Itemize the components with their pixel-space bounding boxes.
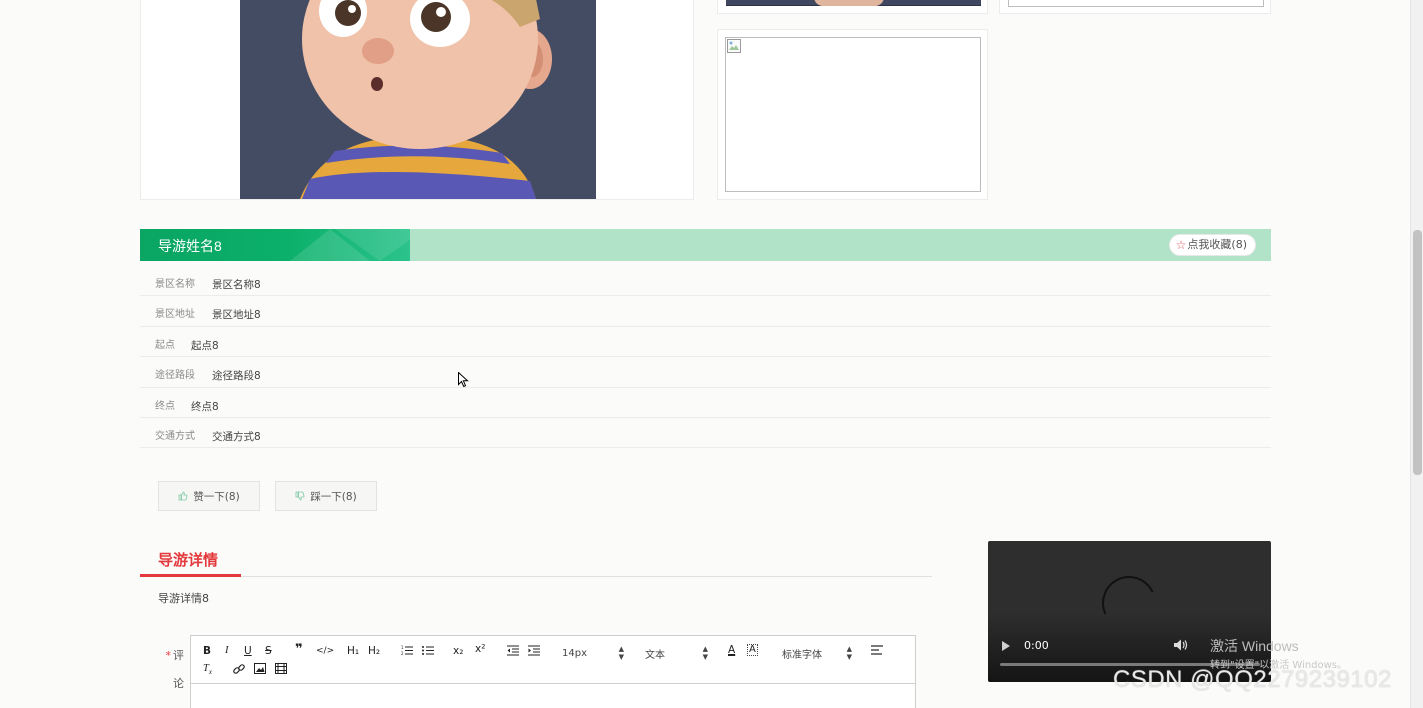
- required-mark: *: [165, 649, 172, 662]
- info-value: 交通方式8: [212, 430, 261, 443]
- comment-editor: B I U S ❞ </> H₁ H₂ 12 x₂ x² 14px ▲ ▼ 文本 …: [190, 635, 916, 708]
- info-row-end: 终点 终点8: [140, 388, 1271, 418]
- blockquote-icon[interactable]: ❞: [295, 643, 303, 656]
- detail-tab-bar: 导游详情: [140, 546, 932, 577]
- favorite-label: 点我收藏(8): [1187, 238, 1247, 251]
- like-label: 赞一下(8): [193, 490, 240, 503]
- image-icon[interactable]: [254, 663, 266, 674]
- thumbnail-frame-1: [717, 0, 988, 14]
- info-row-route: 途径路段 途径路段8: [140, 357, 1271, 388]
- info-row-scenic-name: 景区名称 景区名称8: [140, 266, 1271, 297]
- thumbnail-frame-2: [999, 0, 1271, 14]
- info-label: 景区地址: [155, 309, 195, 321]
- font-family-select[interactable]: 标准字体 ▲ ▼: [782, 645, 852, 661]
- link-icon[interactable]: [233, 663, 245, 675]
- clear-format-icon[interactable]: Tx: [203, 663, 212, 678]
- comment-label-line1: 评: [173, 649, 184, 662]
- info-label: 终点: [155, 400, 175, 412]
- thumbnail-image-1[interactable]: [726, 0, 981, 6]
- font-color-icon[interactable]: A: [728, 644, 735, 656]
- editor-text-area[interactable]: [191, 684, 915, 708]
- mouse-cursor-icon: [458, 372, 469, 388]
- info-label: 景区名称: [155, 279, 195, 290]
- code-block-icon[interactable]: </>: [316, 645, 334, 657]
- info-row-transport: 交通方式 交通方式8: [140, 418, 1271, 449]
- svg-text:2: 2: [401, 651, 404, 656]
- indent-icon[interactable]: [528, 645, 540, 656]
- subscript-icon[interactable]: x₂: [453, 645, 463, 657]
- info-row-start: 起点 起点8: [140, 327, 1271, 358]
- header-1-icon[interactable]: H₁: [347, 645, 359, 657]
- video-icon[interactable]: [275, 663, 287, 674]
- text-type-select[interactable]: 文本 ▲ ▼: [645, 645, 708, 661]
- like-button[interactable]: 赞一下(8): [158, 481, 260, 511]
- select-arrows-icon: ▲ ▼: [618, 645, 624, 661]
- bold-icon[interactable]: B: [203, 645, 211, 657]
- main-image-frame: [140, 0, 694, 200]
- align-icon[interactable]: [871, 645, 883, 656]
- text-type-value: 文本: [645, 649, 665, 661]
- info-value: 途径路段8: [212, 370, 261, 383]
- dislike-button[interactable]: 踩一下(8): [275, 481, 377, 511]
- background-color-icon[interactable]: A: [747, 644, 758, 656]
- editor-toolbar: B I U S ❞ </> H₁ H₂ 12 x₂ x² 14px ▲ ▼ 文本 …: [191, 636, 915, 684]
- superscript-icon[interactable]: x²: [475, 643, 485, 655]
- tab-guide-detail[interactable]: 导游详情: [140, 546, 241, 577]
- info-row-scenic-address: 景区地址 景区地址8: [140, 296, 1271, 327]
- font-family-value: 标准字体: [782, 649, 822, 661]
- select-arrows-icon: ▲ ▼: [846, 645, 852, 661]
- info-label: 途径路段: [155, 370, 195, 382]
- csdn-watermark: CSDN @QQ2279239102: [1113, 666, 1392, 693]
- windows-activate-watermark: 激活 Windows: [1210, 638, 1299, 654]
- select-arrows-icon: ▲ ▼: [702, 645, 708, 661]
- volume-icon[interactable]: [1174, 639, 1188, 651]
- play-icon[interactable]: [1002, 641, 1010, 651]
- guide-detail-content: 导游详情8: [158, 592, 209, 605]
- info-value: 景区名称8: [212, 279, 261, 291]
- broken-image-icon: [727, 39, 741, 53]
- ordered-list-icon[interactable]: 12: [401, 645, 413, 656]
- strikethrough-icon[interactable]: S: [265, 645, 272, 657]
- underline-icon[interactable]: U: [244, 645, 252, 657]
- info-value: 起点8: [191, 339, 219, 352]
- font-size-select[interactable]: 14px ▲ ▼: [562, 645, 624, 661]
- info-label: 交通方式: [155, 430, 195, 442]
- thumbnail-image-3[interactable]: [725, 37, 981, 192]
- font-size-value: 14px: [562, 647, 587, 659]
- guide-info-list: 景区名称 景区名称8 景区地址 景区地址8 起点 起点8 途径路段 途径路段8 …: [140, 266, 1271, 449]
- video-time: 0:00: [1024, 639, 1049, 652]
- info-value: 终点8: [191, 400, 219, 413]
- thumbnail-image-2[interactable]: [1008, 0, 1264, 7]
- thumbs-down-icon: [295, 491, 305, 501]
- header-2-icon[interactable]: H₂: [368, 645, 380, 657]
- info-value: 景区地址8: [212, 309, 261, 322]
- page-scrollbar[interactable]: [1410, 0, 1423, 708]
- svg-text:1: 1: [401, 645, 404, 650]
- outdent-icon[interactable]: [507, 645, 519, 656]
- comment-label: * 评 论: [162, 642, 185, 698]
- guide-name: 导游姓名8: [158, 238, 222, 254]
- dislike-label: 踩一下(8): [310, 490, 357, 503]
- comment-label-line2: 论: [173, 677, 184, 690]
- guide-title-bar: 导游姓名8 ☆ 点我收藏(8): [140, 229, 1271, 261]
- title-green-block: 导游姓名8: [140, 229, 410, 261]
- info-label: 起点: [155, 339, 175, 351]
- scrollbar-thumb[interactable]: [1413, 230, 1422, 475]
- thumbs-up-icon: [178, 491, 188, 501]
- tab-guide-detail-label: 导游详情: [158, 552, 219, 569]
- thumbnail-frame-3: [717, 29, 988, 200]
- star-outline-icon: ☆: [1175, 238, 1187, 252]
- bullet-list-icon[interactable]: [422, 645, 434, 656]
- guide-main-image[interactable]: [240, 0, 596, 199]
- favorite-button[interactable]: ☆ 点我收藏(8): [1168, 234, 1256, 256]
- italic-icon[interactable]: I: [225, 645, 229, 657]
